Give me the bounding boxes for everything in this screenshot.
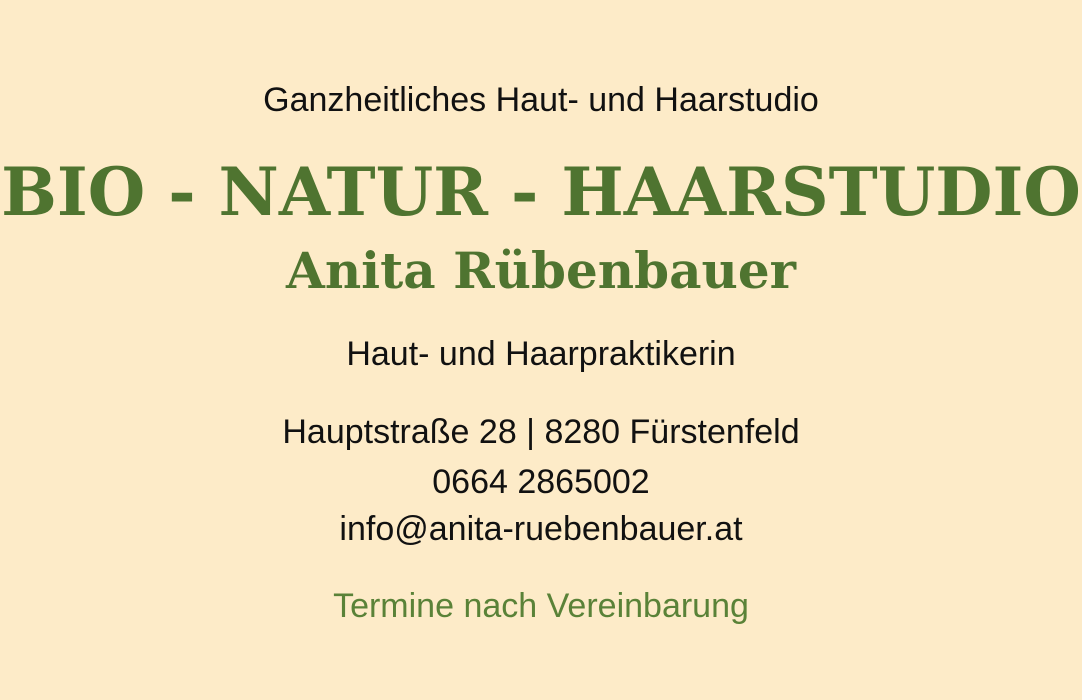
owner-name: Anita Rübenbauer: [286, 241, 796, 300]
appointment-note: Termine nach Vereinbarung: [333, 587, 749, 625]
brand-title: BIO - NATUR - HAARSTUDIO: [1, 153, 1081, 231]
email-address: info@anita-ruebenbauer.at: [339, 510, 743, 548]
business-card: Ganzheitliches Haut- und Haarstudio BIO …: [0, 0, 1082, 700]
profession: Haut- und Haarpraktikerin: [346, 335, 736, 373]
phone-number: 0664 2865002: [432, 463, 650, 501]
address: Hauptstraße 28 | 8280 Fürstenfeld: [282, 413, 800, 451]
tagline: Ganzheitliches Haut- und Haarstudio: [263, 81, 819, 119]
